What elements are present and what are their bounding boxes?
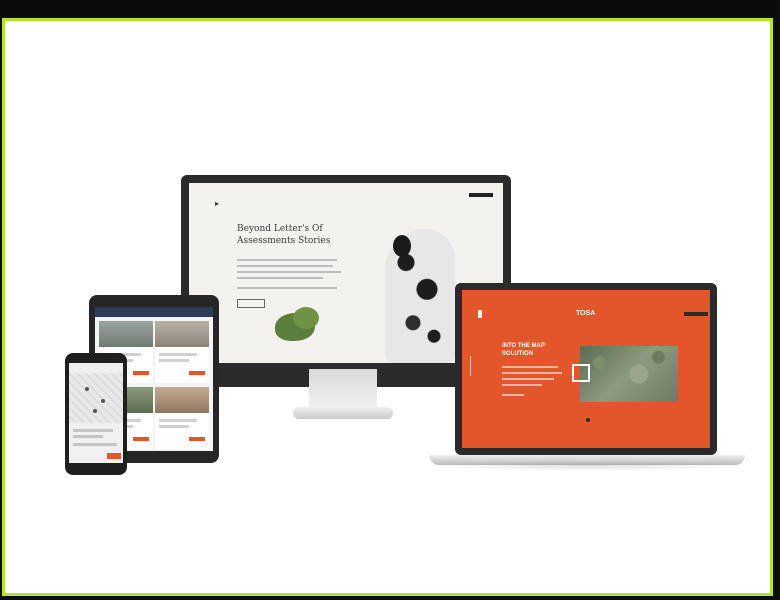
text-line [502,366,558,368]
laptop-headline: INTO THE MAP SOLUTION [502,343,545,357]
menu-bar-icon[interactable] [469,193,493,197]
map-pin-icon[interactable] [93,409,97,413]
text-line [502,378,554,380]
laptop-screen: TOSA INTO THE MAP SOLUTION [462,290,710,448]
logo-icon[interactable] [478,310,482,318]
text-line [502,372,562,374]
laptop: TOSA INTO THE MAP SOLUTION [455,283,717,455]
text-line [237,271,341,273]
text-line [159,359,189,362]
read-more-button[interactable] [237,299,265,308]
listing-tag [133,371,149,375]
map-frame [572,364,590,382]
laptop-shadow [423,461,753,471]
showcase-frame: ▸ Beyond Letter's Of Assessments Stories… [2,18,773,596]
phone [65,353,127,475]
house-image [155,387,209,413]
pagination-dot[interactable] [586,418,590,422]
house-image [155,321,209,347]
phone-screen [69,363,123,463]
text-line [159,353,197,356]
text-line [159,425,189,428]
text-line [73,429,113,432]
listing-card[interactable] [155,321,209,383]
plant-image [293,307,319,329]
map-pin-icon[interactable] [101,399,105,403]
divider [470,356,471,376]
menu-bar-icon[interactable] [684,312,708,316]
monitor-stand [309,369,377,409]
text-line [237,259,337,261]
map-pin-icon[interactable] [85,387,89,391]
text-line [73,443,117,446]
monitor-stand-base [293,407,393,419]
monitor-headline: Beyond Letter's Of Assessments Stories [237,224,331,246]
link-line[interactable] [502,394,524,396]
tablet-header [95,307,213,317]
text-line [502,384,542,386]
phone-map[interactable] [69,373,123,423]
text-line [237,265,333,267]
listing-tag [189,437,205,441]
laptop-brand: TOSA [576,310,596,317]
text-line [159,419,197,422]
text-line [73,435,103,438]
back-arrow-icon[interactable]: ▸ [215,199,219,208]
listing-tag [133,437,149,441]
text-line [237,287,337,289]
house-image [99,321,153,347]
phone-action-button[interactable] [107,453,121,459]
listing-tag [189,371,205,375]
aerial-map-image [580,346,678,402]
text-line [237,277,323,279]
dog-ear [393,235,411,257]
listing-card[interactable] [155,387,209,449]
